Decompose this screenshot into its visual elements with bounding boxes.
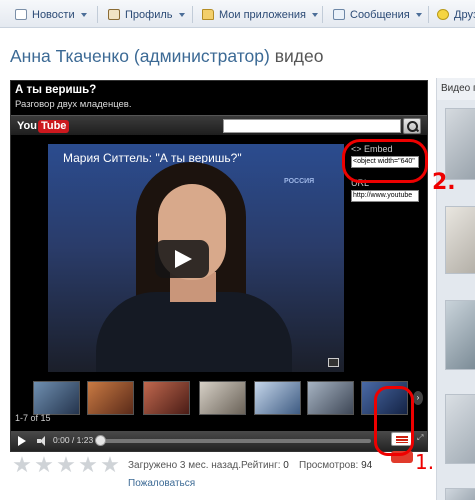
seek-bar[interactable]	[99, 439, 371, 443]
profile-icon	[108, 9, 120, 20]
video-viewport[interactable]: Мария Ситтель: "А ты веришь?" РОССИЯ	[48, 144, 344, 372]
views-label: Просмотров:	[299, 460, 362, 471]
youtube-search-input[interactable]	[223, 119, 401, 133]
nav-news-label: Новости	[32, 8, 75, 21]
video-thumbnail[interactable]	[445, 488, 475, 500]
volume-icon[interactable]	[37, 436, 49, 446]
nav-separator	[192, 6, 193, 23]
video-thumbnail[interactable]	[445, 206, 475, 274]
url-field[interactable]: http://www.youtube	[351, 190, 419, 202]
search-icon[interactable]	[403, 118, 421, 134]
star-icon[interactable]: ★	[100, 454, 120, 476]
video-thumbnail[interactable]	[445, 394, 475, 464]
youtube-logo[interactable]: You Tube	[17, 119, 70, 133]
rating-stars: ★ ★ ★ ★ ★	[12, 454, 122, 476]
folder-icon	[202, 9, 214, 20]
related-video-thumbnail[interactable]	[33, 381, 80, 415]
related-videos-strip: › 1-7 of 15	[11, 377, 427, 425]
top-navigation: Новости Профиль Мои приложения Сообщения…	[0, 0, 475, 28]
nav-friends-label: Друз	[454, 8, 475, 21]
page-root: Новости Профиль Мои приложения Сообщения…	[0, 0, 475, 500]
annotation-number: 2.	[432, 170, 456, 195]
news-icon	[15, 9, 27, 20]
video-thumbnail[interactable]	[445, 300, 475, 370]
smile-icon	[437, 9, 449, 20]
star-icon[interactable]: ★	[34, 454, 54, 476]
related-video-thumbnail[interactable]	[254, 381, 301, 415]
right-column: Видео п	[436, 78, 475, 500]
annotation-circle	[342, 139, 428, 183]
youtube-logo-tube: Tube	[37, 119, 70, 133]
views-value: 94	[361, 460, 373, 471]
play-icon[interactable]	[18, 436, 26, 446]
nav-messages[interactable]: Сообщения	[333, 7, 422, 22]
nav-separator	[322, 6, 323, 23]
annotation-circle	[374, 386, 414, 456]
video-subtitle: Разговор двух младенцев.	[15, 99, 132, 110]
seek-handle[interactable]	[95, 435, 106, 446]
related-video-thumbnail[interactable]	[143, 381, 190, 415]
youtube-toolbar: You Tube	[11, 115, 427, 135]
star-icon[interactable]: ★	[12, 454, 32, 476]
related-count: 1-7 of 15	[15, 413, 51, 423]
star-icon[interactable]: ★	[56, 454, 76, 476]
star-icon[interactable]: ★	[78, 454, 98, 476]
page-title: Анна Ткаченко (администратор) видео	[10, 46, 323, 67]
report-link[interactable]: Пожаловаться	[128, 478, 195, 489]
video-title: А ты веришь?	[15, 84, 97, 96]
nav-messages-label: Сообщения	[350, 8, 410, 21]
views-info: Просмотров: 94	[299, 460, 372, 471]
page-title-suffix: видео	[274, 46, 324, 66]
chevron-down-icon	[178, 12, 185, 17]
right-column-heading: Видео п	[437, 78, 475, 100]
nav-apps[interactable]: Мои приложения	[202, 7, 319, 22]
nav-separator	[428, 6, 429, 23]
annotation-number: 1.	[415, 450, 435, 474]
nav-separator	[97, 6, 98, 23]
youtube-logo-you: You	[17, 120, 37, 132]
time-readout: 0:00 / 1:23	[53, 435, 94, 445]
page-title-owner[interactable]: Анна Ткаченко (администратор)	[10, 46, 270, 66]
chevron-down-icon	[312, 12, 319, 17]
related-video-thumbnail[interactable]	[199, 381, 246, 415]
related-video-thumbnail[interactable]	[87, 381, 134, 415]
player-controls: 0:00 / 1:23 ⤢	[11, 431, 427, 463]
related-video-thumbnail[interactable]	[307, 381, 354, 415]
rating-info: Рейтинг: 0	[241, 460, 289, 471]
nav-profile-label: Профиль	[125, 8, 173, 21]
chevron-down-icon	[80, 12, 87, 17]
fullscreen-icon[interactable]: ⤢	[417, 434, 425, 447]
rating-label: Рейтинг:	[241, 460, 284, 471]
nav-apps-label: Мои приложения	[219, 8, 307, 21]
rating-value: 0	[283, 460, 289, 471]
video-caption: Мария Ситтель: "А ты веришь?"	[63, 151, 242, 165]
nav-news[interactable]: Новости	[15, 7, 87, 22]
nav-friends[interactable]: Друз	[437, 7, 475, 22]
video-player: А ты веришь? Разговор двух младенцев. Yo…	[10, 80, 428, 463]
chevron-down-icon	[415, 12, 422, 17]
channel-logo: РОССИЯ	[284, 178, 315, 185]
chevron-right-icon[interactable]: ›	[413, 391, 423, 405]
play-icon[interactable]	[155, 240, 209, 278]
presenter-body	[96, 292, 292, 372]
nav-profile[interactable]: Профиль	[108, 7, 185, 22]
upload-date: Загружено 3 мес. назад.	[128, 460, 241, 471]
popout-icon[interactable]	[328, 358, 339, 367]
mail-icon	[333, 9, 345, 20]
